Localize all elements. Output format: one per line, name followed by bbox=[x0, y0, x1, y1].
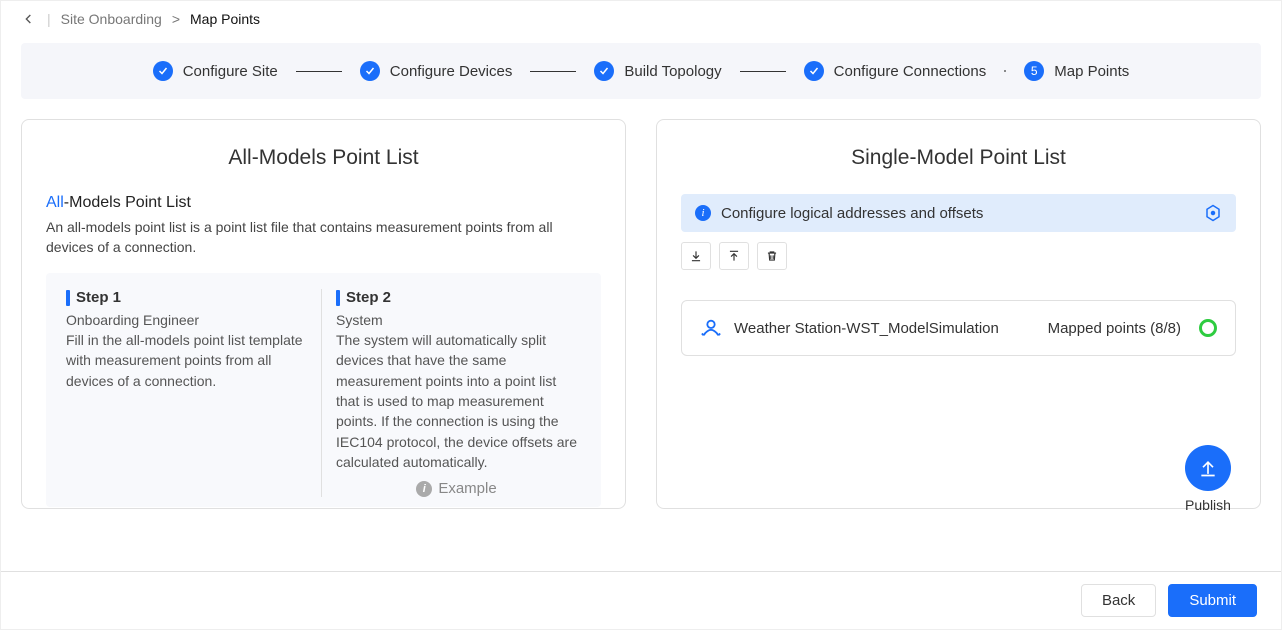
step2-column: Step 2 System The system will automatica… bbox=[322, 289, 591, 497]
info-banner: i Configure logical addresses and offset… bbox=[681, 194, 1236, 232]
heading-suffix: -Models Point List bbox=[64, 194, 191, 211]
model-name: Weather Station-WST_ModelSimulation bbox=[734, 320, 1036, 337]
model-card[interactable]: Weather Station-WST_ModelSimulation Mapp… bbox=[681, 300, 1236, 356]
steps-box: Step 1 Onboarding Engineer Fill in the a… bbox=[46, 273, 601, 507]
status-complete-icon bbox=[1199, 319, 1217, 337]
publish-section: Publish bbox=[1185, 445, 1231, 513]
wizard-step-build-topology[interactable]: Build Topology bbox=[594, 61, 721, 81]
step-connector bbox=[296, 71, 342, 72]
download-button[interactable] bbox=[681, 242, 711, 270]
check-icon bbox=[360, 61, 380, 81]
left-heading: All-Models Point List bbox=[46, 194, 601, 212]
wizard-step-configure-site[interactable]: Configure Site bbox=[153, 61, 278, 81]
wizard-step-label: Map Points bbox=[1054, 63, 1129, 80]
check-icon bbox=[153, 61, 173, 81]
submit-button[interactable]: Submit bbox=[1168, 584, 1257, 617]
breadcrumb: | Site Onboarding > Map Points bbox=[1, 1, 1281, 39]
panel-title: All-Models Point List bbox=[46, 146, 601, 170]
step2-title: Step 2 bbox=[336, 289, 577, 306]
delete-button[interactable] bbox=[757, 242, 787, 270]
weather-station-icon bbox=[700, 317, 722, 339]
breadcrumb-prev[interactable]: Site Onboarding bbox=[61, 11, 162, 27]
heading-prefix: All bbox=[46, 194, 64, 211]
example-link[interactable]: i Example bbox=[336, 480, 577, 497]
wizard-step-label: Build Topology bbox=[624, 63, 721, 80]
breadcrumb-sep: > bbox=[172, 11, 180, 27]
step-connector bbox=[1004, 70, 1006, 72]
settings-hex-icon[interactable] bbox=[1204, 204, 1222, 222]
wizard-step-configure-devices[interactable]: Configure Devices bbox=[360, 61, 513, 81]
wizard-steps: Configure Site Configure Devices Build T… bbox=[21, 43, 1261, 99]
footer: Back Submit bbox=[1, 571, 1281, 629]
step1-title: Step 1 bbox=[66, 289, 307, 306]
single-model-panel: Single-Model Point List i Configure logi… bbox=[656, 119, 1261, 509]
publish-button[interactable] bbox=[1185, 445, 1231, 491]
separator-icon: | bbox=[47, 11, 51, 27]
step1-role: Onboarding Engineer bbox=[66, 312, 307, 328]
upload-button[interactable] bbox=[719, 242, 749, 270]
breadcrumb-current: Map Points bbox=[190, 11, 260, 27]
example-label: Example bbox=[438, 480, 496, 497]
check-icon bbox=[594, 61, 614, 81]
wizard-step-label: Configure Devices bbox=[390, 63, 513, 80]
step1-body: Fill in the all-models point list templa… bbox=[66, 330, 307, 391]
wizard-step-label: Configure Site bbox=[183, 63, 278, 80]
back-button[interactable]: Back bbox=[1081, 584, 1156, 617]
wizard-step-map-points[interactable]: 5 Map Points bbox=[1024, 61, 1129, 81]
wizard-step-label: Configure Connections bbox=[834, 63, 987, 80]
step-connector bbox=[530, 71, 576, 72]
panel-title: Single-Model Point List bbox=[681, 146, 1236, 170]
back-arrow-icon[interactable] bbox=[21, 11, 37, 27]
step-number-icon: 5 bbox=[1024, 61, 1044, 81]
step2-body: The system will automatically split devi… bbox=[336, 330, 577, 472]
step1-column: Step 1 Onboarding Engineer Fill in the a… bbox=[66, 289, 322, 497]
step2-role: System bbox=[336, 312, 577, 328]
check-icon bbox=[804, 61, 824, 81]
info-icon: i bbox=[695, 205, 711, 221]
step-connector bbox=[740, 71, 786, 72]
info-banner-text: Configure logical addresses and offsets bbox=[721, 205, 1194, 222]
mapped-points-label: Mapped points (8/8) bbox=[1048, 320, 1181, 337]
wizard-step-configure-connections[interactable]: Configure Connections bbox=[804, 61, 987, 81]
all-models-panel: All-Models Point List All-Models Point L… bbox=[21, 119, 626, 509]
info-icon: i bbox=[416, 481, 432, 497]
toolbar bbox=[681, 242, 1236, 270]
publish-label: Publish bbox=[1185, 497, 1231, 513]
left-description: An all-models point list is a point list… bbox=[46, 218, 601, 257]
